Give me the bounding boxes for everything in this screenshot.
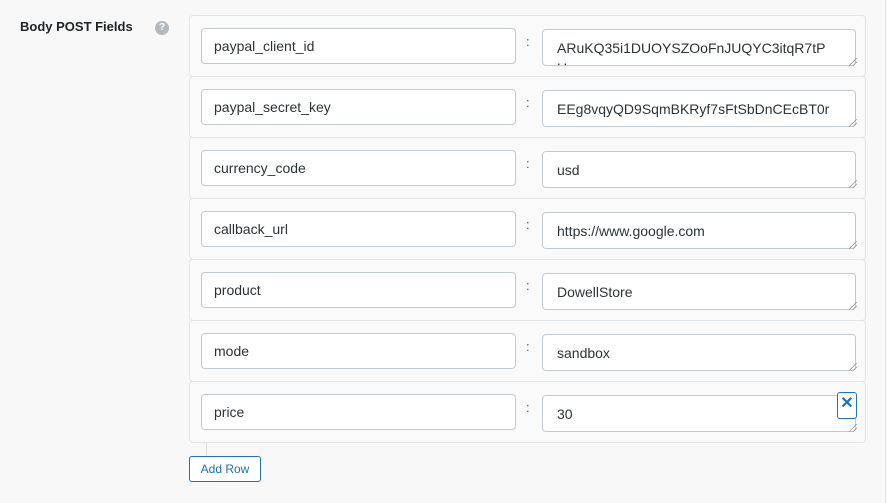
field-key-input[interactable] — [201, 150, 516, 186]
resize-handle-icon[interactable] — [849, 424, 857, 432]
key-value-separator: : — [526, 156, 530, 171]
panel-divider — [885, 0, 886, 503]
key-value-separator: : — [526, 95, 530, 110]
key-value-separator: : — [526, 217, 530, 232]
resize-handle-icon[interactable] — [849, 180, 857, 188]
field-row: : https://www.google.com — [189, 198, 866, 260]
field-value-textarea[interactable]: DowellStore — [542, 273, 856, 310]
field-value-textarea[interactable]: https://www.google.com — [542, 212, 856, 249]
resize-handle-icon[interactable] — [849, 302, 857, 310]
key-value-separator: : — [526, 400, 530, 415]
field-key-input[interactable] — [201, 28, 516, 64]
field-row: : sandbox — [189, 320, 866, 382]
field-row: : usd — [189, 137, 866, 199]
key-value-separator: : — [526, 278, 530, 293]
question-circle-icon[interactable]: ? — [155, 21, 169, 35]
resize-handle-icon[interactable] — [849, 58, 857, 66]
field-value-textarea[interactable]: ARuKQ35i1DUOYSZOoFnJUQYC3itqR7tPH... — [542, 29, 856, 66]
field-label: Body POST Fields — [20, 19, 133, 34]
field-key-input[interactable] — [201, 89, 516, 125]
field-key-input[interactable] — [201, 333, 516, 369]
remove-row-button[interactable]: ✕ — [837, 392, 857, 419]
field-row: : DowellStore — [189, 259, 866, 321]
close-icon: ✕ — [840, 395, 854, 412]
field-row: : 30 ✕ — [189, 381, 866, 443]
field-key-input[interactable] — [201, 272, 516, 308]
field-key-input[interactable] — [201, 394, 516, 430]
field-value-textarea[interactable]: EEg8vqyQD9SqmBKRyf7sFtSbDnCEcBT0rc... — [542, 90, 856, 127]
field-value-textarea[interactable]: 30 — [542, 395, 856, 432]
field-value-textarea[interactable]: sandbox — [542, 334, 856, 371]
field-row: : EEg8vqyQD9SqmBKRyf7sFtSbDnCEcBT0rc... — [189, 76, 866, 138]
field-key-input[interactable] — [201, 211, 516, 247]
resize-handle-icon[interactable] — [849, 119, 857, 127]
connector-line — [206, 443, 207, 457]
body-fields-table: : ARuKQ35i1DUOYSZOoFnJUQYC3itqR7tPH... :… — [189, 15, 866, 443]
key-value-separator: : — [526, 34, 530, 49]
add-row-button[interactable]: Add Row — [189, 456, 261, 482]
key-value-separator: : — [526, 339, 530, 354]
resize-handle-icon[interactable] — [849, 241, 857, 249]
resize-handle-icon[interactable] — [849, 363, 857, 371]
field-value-textarea[interactable]: usd — [542, 151, 856, 188]
field-row: : ARuKQ35i1DUOYSZOoFnJUQYC3itqR7tPH... — [189, 15, 866, 77]
